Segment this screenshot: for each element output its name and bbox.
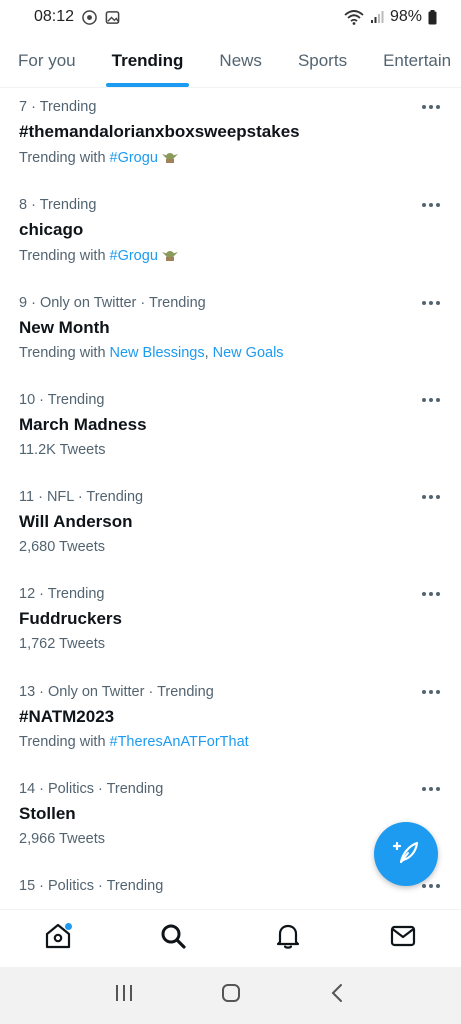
trend-meta: 8 · Trending <box>19 197 97 213</box>
grogu-emoji-icon <box>161 149 178 167</box>
tab-label: News <box>219 50 262 70</box>
trend-context-prefix: Trending with <box>19 248 106 264</box>
trend-context-prefix: Trending with <box>19 150 106 166</box>
tab-label: Sports <box>297 50 348 70</box>
tab-sports[interactable]: Sports <box>280 34 365 87</box>
trend-item[interactable]: 9 · Only on Twitter · Trending New Month… <box>0 285 461 382</box>
recent-apps-icon[interactable] <box>113 982 135 1009</box>
search-icon <box>159 922 187 955</box>
nav-notifications[interactable] <box>268 919 308 959</box>
trend-context-prefix: Trending with <box>19 734 106 750</box>
trend-meta: 15 · Politics · Trending <box>19 878 164 894</box>
status-bar: 08:12 98% <box>0 0 461 34</box>
trend-title: #themandalorianxboxsweepstakes <box>19 122 300 141</box>
nav-messages[interactable] <box>383 919 423 959</box>
more-options-icon[interactable] <box>419 390 443 410</box>
status-right: 98% <box>344 8 437 26</box>
trend-meta: 9 · Only on Twitter · Trending <box>19 295 206 311</box>
trend-meta: 12 · Trending <box>19 586 105 602</box>
trend-item[interactable]: 7 · Trending #themandalorianxboxsweepsta… <box>0 89 461 186</box>
mail-icon <box>389 922 417 955</box>
wifi-icon <box>344 9 364 25</box>
trend-item[interactable]: 11 · NFL · Trending Will Anderson 2,680 … <box>0 479 461 576</box>
home-button-icon[interactable] <box>220 982 242 1009</box>
trend-meta: 11 · NFL · Trending <box>19 489 144 505</box>
tab-for-you[interactable]: For you <box>0 34 94 87</box>
battery-icon <box>428 9 437 25</box>
trend-item[interactable]: 10 · Trending March Madness 11.2K Tweets <box>0 382 461 479</box>
gallery-icon <box>105 10 120 25</box>
explore-tabs: For you Trending News Sports Entertain <box>0 34 461 88</box>
home-notification-dot <box>64 922 72 930</box>
nav-search[interactable] <box>153 919 193 959</box>
trend-separator: , <box>204 345 209 361</box>
trend-related-link[interactable]: New Goals <box>213 345 284 361</box>
compose-tweet-icon <box>391 837 421 872</box>
tweet-count: 2,680 Tweets <box>19 539 105 555</box>
signal-icon <box>370 10 384 24</box>
tab-trending[interactable]: Trending <box>94 34 202 87</box>
trend-context-prefix: Trending with <box>19 345 106 361</box>
nav-home[interactable] <box>38 919 78 959</box>
tweet-count: 11.2K Tweets <box>19 442 106 458</box>
more-options-icon[interactable] <box>419 584 443 604</box>
tweet-count: 1,762 Tweets <box>19 636 105 652</box>
tab-label: Entertain <box>383 50 452 70</box>
system-nav-bar <box>0 967 461 1024</box>
bell-icon <box>274 922 302 955</box>
trend-item[interactable]: 8 · Trending chicago Trending with #Grog… <box>0 187 461 284</box>
more-options-icon[interactable] <box>419 779 443 799</box>
trend-item[interactable]: 13 · Only on Twitter · Trending #NATM202… <box>0 674 461 771</box>
trend-title: Stollen <box>19 804 76 823</box>
trend-hashtag-link[interactable]: #Grogu <box>110 248 158 264</box>
more-options-icon[interactable] <box>419 293 443 313</box>
tab-news[interactable]: News <box>201 34 280 87</box>
chrome-icon <box>82 9 97 25</box>
more-options-icon[interactable] <box>419 487 443 507</box>
back-icon[interactable] <box>327 982 349 1009</box>
trend-title: #NATM2023 <box>19 707 115 726</box>
trend-title: New Month <box>19 318 110 337</box>
trend-item[interactable]: 12 · Trending Fuddruckers 1,762 Tweets <box>0 576 461 673</box>
trend-context: Trending with #Grogu <box>19 247 178 265</box>
tab-label: Trending <box>111 50 184 70</box>
status-left: 08:12 <box>34 8 120 26</box>
trend-meta: 7 · Trending <box>19 99 97 115</box>
trend-related-link[interactable]: New Blessings <box>110 345 205 361</box>
more-options-icon[interactable] <box>419 682 443 702</box>
trend-hashtag-link[interactable]: #Grogu <box>110 150 158 166</box>
tab-entertainment[interactable]: Entertain <box>365 34 461 87</box>
tab-label: For you <box>18 50 76 70</box>
trend-meta: 10 · Trending <box>19 392 105 408</box>
trend-meta: 14 · Politics · Trending <box>19 781 164 797</box>
more-options-icon[interactable] <box>419 97 443 117</box>
trends-list: 7 · Trending #themandalorianxboxsweepsta… <box>0 89 461 909</box>
active-tab-indicator <box>105 83 190 87</box>
grogu-emoji-icon <box>161 247 178 265</box>
trend-title: Will Anderson <box>19 512 133 531</box>
trend-hashtag-link[interactable]: #TheresAnATForThat <box>110 734 249 750</box>
bottom-nav <box>0 909 461 967</box>
tweet-count: 2,966 Tweets <box>19 831 105 847</box>
trend-title: March Madness <box>19 415 147 434</box>
trend-meta: 13 · Only on Twitter · Trending <box>19 684 214 700</box>
status-time: 08:12 <box>34 8 75 25</box>
trend-context: Trending with New Blessings, New Goals <box>19 345 284 361</box>
trend-title: Fuddruckers <box>19 609 122 628</box>
battery-percent: 98% <box>389 8 422 25</box>
trend-context: Trending with #TheresAnATForThat <box>19 734 249 750</box>
compose-tweet-button[interactable] <box>374 822 438 886</box>
trend-title: chicago <box>19 220 84 239</box>
trend-context: Trending with #Grogu <box>19 149 178 167</box>
more-options-icon[interactable] <box>419 195 443 215</box>
